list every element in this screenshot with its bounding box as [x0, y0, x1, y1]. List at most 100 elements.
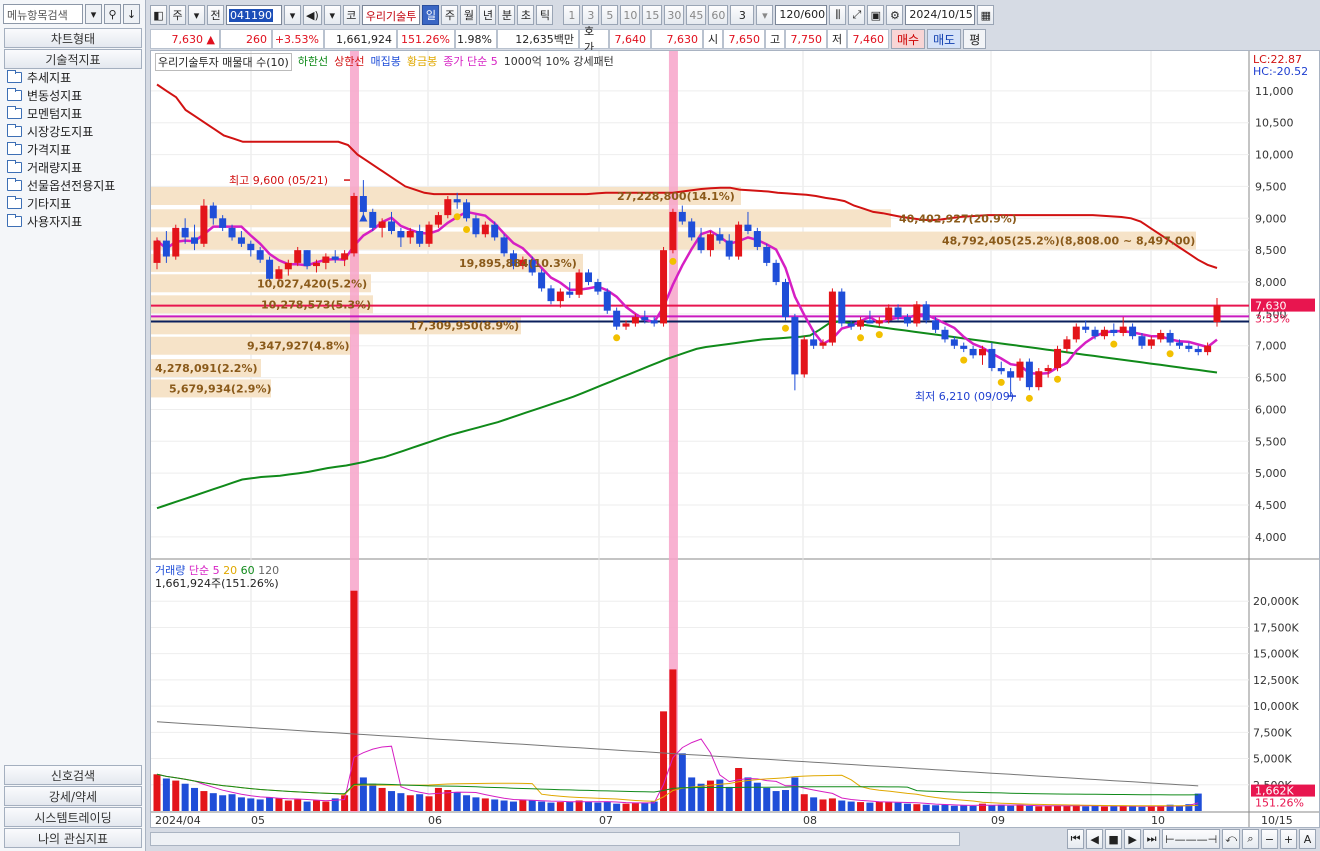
- volume-bar: [275, 798, 283, 811]
- volume-bar: [1138, 806, 1146, 811]
- interval-button[interactable]: 3: [582, 5, 600, 25]
- interval-button[interactable]: 30: [664, 5, 685, 25]
- low-label: 저: [827, 29, 847, 49]
- interval-button[interactable]: 45: [686, 5, 707, 25]
- volume-bar: [847, 801, 855, 811]
- tree-item[interactable]: 변동성지표: [4, 86, 142, 104]
- interval-button[interactable]: 1: [563, 5, 581, 25]
- volume-tick: 17,500K: [1253, 621, 1299, 634]
- tree-item[interactable]: 가격지표: [4, 140, 142, 158]
- dropdown-icon[interactable]: ▾: [188, 5, 205, 25]
- chart-scrollbar[interactable]: [150, 832, 960, 846]
- candle-body: [725, 240, 733, 257]
- volume-bar: [735, 767, 743, 811]
- period-tab[interactable]: 초: [517, 5, 535, 25]
- zoom-out-icon[interactable]: −: [1261, 829, 1278, 849]
- folder-icon: [7, 159, 22, 173]
- menu-search-input[interactable]: 메뉴항목검색: [3, 4, 83, 24]
- candle-icon[interactable]: ⫼: [829, 5, 847, 25]
- font-size-icon[interactable]: A: [1299, 829, 1316, 849]
- candle-body: [1054, 348, 1062, 369]
- volume-bar: [585, 801, 593, 811]
- chart-type-header[interactable]: 차트형태: [4, 28, 142, 48]
- interval-value[interactable]: 3: [730, 5, 755, 25]
- pct-tag: 3.53%: [1255, 313, 1290, 326]
- candle-body: [678, 211, 686, 222]
- my-indicators-button[interactable]: 나의 관심지표: [4, 828, 142, 848]
- up-arrow-icon: ▲: [206, 32, 215, 46]
- candle-body: [1204, 345, 1212, 353]
- bottom-bar: ⏮ ◀ ■ ▶ ⏭ ⊢———⊣ ⤺ ⌕ − + A: [150, 829, 1320, 849]
- candle-body: [988, 348, 996, 369]
- system-trading-button[interactable]: 시스템트레이딩: [4, 807, 142, 827]
- strength-button[interactable]: 강세/약세: [4, 786, 142, 806]
- period-tab[interactable]: 틱: [536, 5, 554, 25]
- draw-tools-icon[interactable]: ⤢: [848, 5, 866, 25]
- scroll-last-icon[interactable]: ⏭: [1143, 829, 1161, 849]
- candle-body: [800, 339, 808, 375]
- sell-button[interactable]: 매도: [927, 29, 962, 49]
- zoom-reset-icon[interactable]: ⤺: [1222, 829, 1240, 849]
- candle-body: [547, 288, 555, 302]
- stock-type-select[interactable]: 주: [169, 5, 186, 25]
- candle-body: [463, 202, 471, 219]
- speaker-icon[interactable]: ◀): [303, 5, 322, 25]
- period-tab[interactable]: 일: [422, 5, 440, 25]
- tree-item[interactable]: 시장강도지표: [4, 122, 142, 140]
- dropdown-icon[interactable]: ▾: [284, 5, 301, 25]
- buy-button[interactable]: 매수: [891, 29, 926, 49]
- period-tab[interactable]: 년: [479, 5, 497, 25]
- interval-button[interactable]: 60: [708, 5, 729, 25]
- calendar-icon[interactable]: ▦: [977, 5, 995, 25]
- candle-body: [162, 240, 170, 257]
- dropdown-icon[interactable]: ▾: [323, 5, 341, 25]
- gear-icon[interactable]: ⚙: [886, 5, 904, 25]
- folder-icon: [7, 87, 22, 101]
- eval-button[interactable]: 평: [963, 29, 987, 49]
- search-icon[interactable]: ⚲: [104, 4, 121, 24]
- period-tab[interactable]: 분: [498, 5, 516, 25]
- interval-button[interactable]: 15: [642, 5, 663, 25]
- layout-icon[interactable]: ◧: [150, 5, 167, 25]
- period-tab[interactable]: 주: [441, 5, 459, 25]
- scroll-first-icon[interactable]: ⏮: [1067, 829, 1085, 849]
- period-tab[interactable]: 월: [460, 5, 478, 25]
- dropdown-icon[interactable]: ▾: [756, 5, 774, 25]
- interval-button[interactable]: 10: [620, 5, 641, 25]
- tree-item[interactable]: 기타지표: [4, 194, 142, 212]
- chart-area[interactable]: 11,000 10,500 10,000 9,500 9,000 8,500 8,000 7,…: [150, 50, 1320, 828]
- range-slider-icon[interactable]: ⊢———⊣: [1162, 829, 1221, 849]
- tree-item[interactable]: 거래량지표: [4, 158, 142, 176]
- stock-code-input[interactable]: 041190: [226, 5, 282, 25]
- date-input[interactable]: 2024/10/15: [905, 5, 976, 25]
- tree-item-label: 추세지표: [27, 70, 72, 85]
- price-chart-svg[interactable]: 11,000 10,500 10,000 9,500 9,000 8,500 8,000 7,…: [151, 51, 1319, 827]
- save-icon[interactable]: ▣: [867, 5, 885, 25]
- scroll-next-icon[interactable]: ▶: [1124, 829, 1142, 849]
- data-count[interactable]: 120/600: [775, 5, 828, 25]
- volume-bar: [397, 793, 405, 811]
- legend-title[interactable]: 우리기술투자 매물대 수(10): [155, 53, 292, 71]
- zoom-in-icon[interactable]: +: [1280, 829, 1297, 849]
- tree-item[interactable]: 선물옵션전용지표: [4, 176, 142, 194]
- down-arrow-icon[interactable]: ↓: [123, 4, 140, 24]
- signal-search-button[interactable]: 신호검색: [4, 765, 142, 785]
- volume-bar: [997, 804, 1005, 811]
- tree-item[interactable]: 사용자지표: [4, 212, 142, 230]
- volume-bar: [922, 804, 930, 811]
- volume-profile-label: 19,895,884(10.3%): [459, 257, 577, 270]
- candle-body: [1072, 326, 1080, 340]
- volume-bar: [491, 799, 499, 811]
- zoom-icon[interactable]: ⌕: [1242, 829, 1259, 849]
- scroll-prev-icon[interactable]: ◀: [1086, 829, 1104, 849]
- interval-button[interactable]: 5: [601, 5, 619, 25]
- dropdown-icon[interactable]: ▾: [85, 4, 102, 24]
- prev-button[interactable]: 전: [207, 5, 224, 25]
- stop-icon[interactable]: ■: [1105, 829, 1123, 849]
- tree-item[interactable]: 모멘텀지표: [4, 104, 142, 122]
- golden-marker: [781, 324, 789, 332]
- volume-bar: [725, 786, 733, 811]
- indicators-header[interactable]: 기술적지표: [4, 49, 142, 69]
- tree-item[interactable]: 추세지표: [4, 68, 142, 86]
- volume-profile-label: 9,347,927(4.8%): [247, 340, 350, 353]
